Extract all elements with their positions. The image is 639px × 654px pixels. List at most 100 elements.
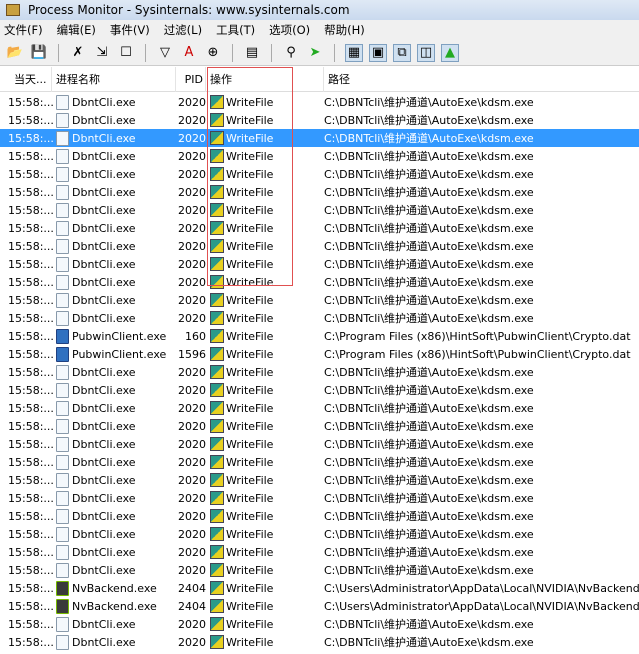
write-file-icon (210, 491, 224, 505)
write-file-icon (210, 581, 224, 595)
time-cell: 15:58:... (8, 563, 54, 577)
capture-icon[interactable]: ✗ (69, 44, 87, 62)
table-row[interactable]: 15:58:... DbntCli.exe 2020 WriteFile C:\… (0, 111, 639, 129)
path-cell: C:\DBNTcli\维护通道\AutoExe\kdsm.exe (324, 312, 534, 325)
target-icon[interactable]: ⊕ (204, 44, 222, 62)
table-row[interactable]: 15:58:... DbntCli.exe 2020 WriteFile C:\… (0, 219, 639, 237)
process-icon (56, 184, 69, 200)
pid-cell: 2020 (178, 509, 206, 523)
operation-name: WriteFile (226, 617, 274, 631)
operation-name: WriteFile (226, 383, 274, 397)
path-cell: C:\DBNTcli\维护通道\AutoExe\kdsm.exe (324, 510, 534, 523)
menu-item[interactable]: 过滤(L) (164, 22, 202, 38)
process-cell: DbntCli.exe (52, 130, 176, 146)
operation-name: WriteFile (226, 545, 274, 559)
table-row[interactable]: 15:58:... PubwinClient.exe 160 WriteFile… (0, 327, 639, 345)
menu-bar: 文件(F) 编辑(E) 事件(V) 过滤(L) 工具(T) 选项(O) 帮助(H) (0, 20, 639, 40)
process-tree-icon[interactable]: ▤ (243, 44, 261, 62)
menu-item[interactable]: 事件(V) (110, 22, 150, 38)
operation-name: WriteFile (226, 257, 274, 271)
write-file-icon (210, 617, 224, 631)
process-cell: DbntCli.exe (52, 508, 176, 524)
operation-cell: WriteFile (206, 311, 324, 325)
table-row[interactable]: 15:58:... DbntCli.exe 2020 WriteFile C:\… (0, 633, 639, 651)
operation-cell: WriteFile (206, 635, 324, 649)
table-row[interactable]: 15:58:... DbntCli.exe 2020 WriteFile C:\… (0, 147, 639, 165)
save-icon[interactable]: 💾 (30, 44, 48, 62)
write-file-icon (210, 527, 224, 541)
table-row[interactable]: 15:58:... DbntCli.exe 2020 WriteFile C:\… (0, 435, 639, 453)
table-row[interactable]: 15:58:... DbntCli.exe 2020 WriteFile C:\… (0, 201, 639, 219)
time-cell: 15:58:... (8, 293, 54, 307)
operation-cell: WriteFile (206, 239, 324, 253)
registry-activity-icon[interactable]: ▦ (345, 43, 363, 62)
table-row[interactable]: 15:58:... DbntCli.exe 2020 WriteFile C:\… (0, 93, 639, 111)
process-name: DbntCli.exe (72, 131, 136, 145)
highlight-icon[interactable]: A (180, 44, 198, 62)
process-cell: DbntCli.exe (52, 634, 176, 650)
table-row[interactable]: 15:58:... DbntCli.exe 2020 WriteFile C:\… (0, 237, 639, 255)
table-row[interactable]: 15:58:... DbntCli.exe 2020 WriteFile C:\… (0, 543, 639, 561)
operation-cell: WriteFile (206, 473, 324, 487)
table-row[interactable]: 15:58:... DbntCli.exe 2020 WriteFile C:\… (0, 417, 639, 435)
process-icon (56, 436, 69, 452)
column-pid[interactable]: PID (176, 66, 206, 92)
process-cell: PubwinClient.exe (52, 328, 176, 344)
table-row[interactable]: 15:58:... DbntCli.exe 2020 WriteFile C:\… (0, 507, 639, 525)
process-name: DbntCli.exe (72, 239, 136, 253)
table-row[interactable]: 15:58:... DbntCli.exe 2020 WriteFile C:\… (0, 291, 639, 309)
table-row[interactable]: 15:58:... DbntCli.exe 2020 WriteFile C:\… (0, 489, 639, 507)
filter-icon[interactable]: ▽ (156, 44, 174, 62)
menu-item[interactable]: 选项(O) (269, 22, 310, 38)
column-operation[interactable]: 操作 (206, 66, 324, 92)
table-row[interactable]: 15:58:... NvBackend.exe 2404 WriteFile C… (0, 597, 639, 615)
pid-cell: 1596 (178, 347, 206, 361)
column-path[interactable]: 路径 (324, 67, 639, 92)
find-icon[interactable]: ⚲ (282, 44, 300, 62)
table-row[interactable]: 15:58:... DbntCli.exe 2020 WriteFile C:\… (0, 363, 639, 381)
table-row[interactable]: 15:58:... DbntCli.exe 2020 WriteFile C:\… (0, 255, 639, 273)
write-file-icon (210, 167, 224, 181)
pid-cell: 2020 (178, 149, 206, 163)
table-row[interactable]: 15:58:... DbntCli.exe 2020 WriteFile C:\… (0, 273, 639, 291)
table-row[interactable]: 15:58:... DbntCli.exe 2020 WriteFile C:\… (0, 309, 639, 327)
open-icon[interactable]: 📂 (6, 44, 24, 62)
profiling-icon[interactable]: ▲ (441, 43, 459, 62)
column-time[interactable]: 当天... (0, 66, 52, 92)
table-row[interactable]: 15:58:... DbntCli.exe 2020 WriteFile C:\… (0, 381, 639, 399)
table-row[interactable]: 15:58:... DbntCli.exe 2020 WriteFile C:\… (0, 615, 639, 633)
time-cell: 15:58:... (8, 329, 54, 343)
process-cell: DbntCli.exe (52, 526, 176, 542)
operation-name: WriteFile (226, 419, 274, 433)
process-icon (56, 292, 69, 308)
menu-item[interactable]: 文件(F) (4, 22, 43, 38)
file-activity-icon[interactable]: ▣ (369, 43, 387, 62)
column-process[interactable]: 进程名称 (52, 66, 176, 92)
process-activity-icon[interactable]: ◫ (417, 43, 435, 62)
table-row[interactable]: 15:58:... DbntCli.exe 2020 WriteFile C:\… (0, 183, 639, 201)
table-row[interactable]: 15:58:... DbntCli.exe 2020 WriteFile C:\… (0, 561, 639, 579)
process-cell: DbntCli.exe (52, 310, 176, 326)
menu-item[interactable]: 帮助(H) (324, 22, 365, 38)
time-cell: 15:58:... (8, 617, 54, 631)
jump-icon[interactable]: ➤ (306, 44, 324, 62)
table-row[interactable]: 15:58:... NvBackend.exe 2404 WriteFile C… (0, 579, 639, 597)
operation-cell: WriteFile (206, 329, 324, 343)
table-row[interactable]: 15:58:... DbntCli.exe 2020 WriteFile C:\… (0, 525, 639, 543)
process-name: DbntCli.exe (72, 563, 136, 577)
process-icon (56, 364, 69, 380)
time-cell: 15:58:... (8, 167, 54, 181)
clear-icon[interactable]: ☐ (117, 44, 135, 62)
table-row[interactable]: 15:58:... DbntCli.exe 2020 WriteFile C:\… (0, 471, 639, 489)
menu-item[interactable]: 工具(T) (216, 22, 255, 38)
table-row[interactable]: 15:58:... PubwinClient.exe 1596 WriteFil… (0, 345, 639, 363)
table-row[interactable]: 15:58:... DbntCli.exe 2020 WriteFile C:\… (0, 129, 639, 147)
autoscroll-icon[interactable]: ⇲ (93, 44, 111, 62)
network-activity-icon[interactable]: ⧉ (393, 43, 411, 62)
menu-item[interactable]: 编辑(E) (57, 22, 96, 38)
path-cell: C:\DBNTcli\维护通道\AutoExe\kdsm.exe (324, 456, 534, 469)
table-row[interactable]: 15:58:... DbntCli.exe 2020 WriteFile C:\… (0, 399, 639, 417)
table-row[interactable]: 15:58:... DbntCli.exe 2020 WriteFile C:\… (0, 453, 639, 471)
table-row[interactable]: 15:58:... DbntCli.exe 2020 WriteFile C:\… (0, 165, 639, 183)
operation-name: WriteFile (226, 437, 274, 451)
